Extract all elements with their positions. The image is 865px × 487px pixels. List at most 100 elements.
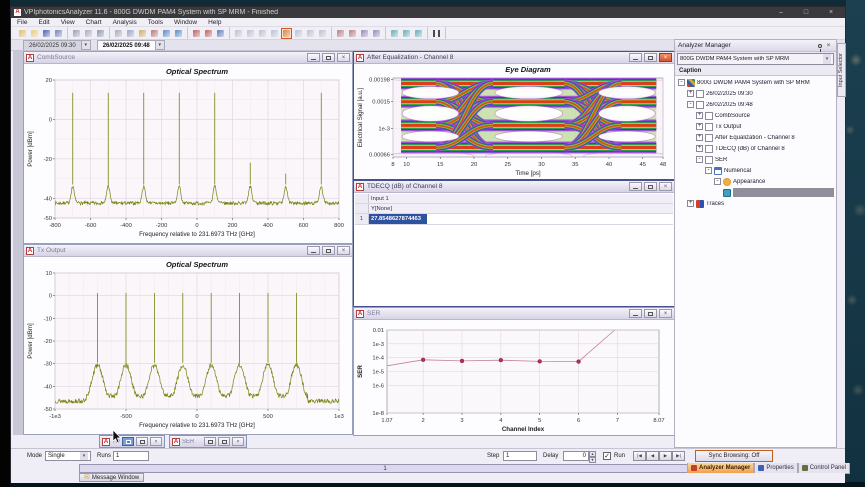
open-icon[interactable] [29,28,40,39]
step-input[interactable]: 1 [503,451,537,461]
tree-item-ser[interactable]: -SER [675,154,836,165]
mode-select[interactable]: Single ▾ [45,451,91,461]
analysis-select-dropdown[interactable]: 800G DWDM PAM4 System with SP MRM ▾ [677,53,834,65]
window-maximize-button[interactable]: □ [795,9,817,16]
panel-combsource-titlebar[interactable]: A CombSource × [24,52,352,64]
tree-item-26-02-2025-09-30[interactable]: +26/02/2025 09:30 [675,88,836,99]
tree-expander-icon[interactable]: + [696,134,703,141]
sync-browsing-button[interactable]: Sync Browsing: Off [695,450,773,462]
tree-expander-icon[interactable]: + [687,200,694,207]
sweep-tab-2[interactable]: 26/02/2025 09:48 [97,40,156,50]
close-button[interactable]: × [659,182,672,191]
sweep-tab-2-dropdown[interactable]: ▾ [156,40,165,50]
pause-icon[interactable] [431,28,442,39]
tree-item-26-02-2025-09-48[interactable]: -26/02/2025 09:48 [675,99,836,110]
menu-chart[interactable]: Chart [86,19,102,26]
panel-tdecq-titlebar[interactable]: A TDECQ (dB) of Channel 8 × [354,181,674,193]
delay-spinner[interactable]: ▲▼ [589,451,596,461]
last-run-button[interactable]: ▶| [672,451,685,461]
chart-type-2-icon[interactable] [347,28,358,39]
new-document-icon[interactable] [17,28,28,39]
first-run-button[interactable]: |◀ [633,451,646,461]
close-button[interactable]: × [659,309,672,318]
print-preview-icon[interactable] [83,28,94,39]
save-all-icon[interactable] [53,28,64,39]
maximize-button[interactable] [644,309,657,318]
tree-expander-icon[interactable]: - [705,167,712,174]
close-button[interactable]: × [150,437,162,446]
tree-expander-icon[interactable]: + [696,112,703,119]
prev-run-button[interactable]: ◀ [646,451,659,461]
layout-tabbed-icon[interactable] [281,28,292,39]
tree-expander-icon[interactable]: - [714,178,721,185]
minimized-window-ser[interactable]: ASER× [169,435,247,448]
maximize-button[interactable] [136,437,148,446]
tree-checkbox[interactable] [705,112,713,120]
chart-type-1-icon[interactable] [335,28,346,39]
print-icon[interactable] [71,28,82,39]
minimize-button[interactable] [307,246,320,255]
delay-input[interactable]: 0 [563,451,589,461]
restore-button[interactable] [204,437,216,446]
tree-checkbox[interactable] [705,156,713,164]
layout-custom-icon[interactable] [317,28,328,39]
tree-checkbox[interactable] [696,90,704,98]
maximize-button[interactable] [322,53,335,62]
zoom-fit-icon[interactable] [215,28,226,39]
tree-checkbox[interactable] [705,134,713,142]
undo-icon[interactable] [161,28,172,39]
close-icon[interactable]: × [824,41,833,50]
eye-diagram-chart[interactable]: 81015202530354045480.001980.00151e-30.00… [355,64,673,178]
tree-item-appearance[interactable]: -Appearance [675,176,836,187]
zoom-out-icon[interactable] [203,28,214,39]
tree-checkbox[interactable] [705,145,713,153]
close-button[interactable]: × [337,246,350,255]
close-button[interactable]: × [337,53,350,62]
window-minimize-button[interactable]: – [770,9,792,16]
layout-horizontal-icon[interactable] [245,28,256,39]
tree-item-traces[interactable]: +Traces [675,198,836,209]
tree-item-800g-dwdm-pam4-system-with-sp-mrm[interactable]: -800G DWDM PAM4 System with SP MRM [675,77,836,88]
minimized-window-tdecq[interactable]: ATD...× [99,435,165,448]
menu-edit[interactable]: Edit [38,19,49,26]
window-close-button[interactable]: × [820,9,842,16]
window-titlebar[interactable]: A VPIphotonicsAnalyzer 11.6 - 800G DWDM … [11,7,845,18]
maximize-button[interactable] [322,246,335,255]
message-window-button[interactable]: ✉ Message Window [79,473,144,482]
sweep-tab-1-dropdown[interactable]: ▾ [82,40,91,50]
tree-expander-icon[interactable]: + [696,145,703,152]
ser-chart[interactable]: 1.072345678.070.011e-31e-41e-51e-61e-8Ch… [355,320,673,434]
tree-item-numerical[interactable]: -Numerical [675,165,836,176]
maximize-button[interactable] [644,182,657,191]
tree-expander-icon[interactable]: - [687,101,694,108]
panel-ser-titlebar[interactable]: A SER × [354,308,674,320]
close-button[interactable]: × [232,437,244,446]
chart-type-4-icon[interactable] [371,28,382,39]
combsource-spectrum-chart[interactable]: -800-600-400-2000200400600800200-20-40-5… [25,64,351,242]
minimize-button[interactable] [629,182,642,191]
redo-icon[interactable] [173,28,184,39]
menu-help[interactable]: Help [208,19,221,26]
menu-window[interactable]: Window [174,19,197,26]
refresh-icon[interactable] [413,28,424,39]
chart-type-3-icon[interactable] [359,28,370,39]
copy-icon[interactable] [125,28,136,39]
panel-tx-output-titlebar[interactable]: A Tx Output × [24,245,352,257]
runs-input[interactable]: 1 [113,451,149,461]
tree-expander-icon[interactable]: - [678,79,685,86]
delete-icon[interactable] [149,28,160,39]
tx-output-spectrum-chart[interactable]: -1e3-50005001e3100-10-20-30-40-50Optical… [25,257,351,433]
maximize-button[interactable] [644,53,657,62]
menu-tools[interactable]: Tools [148,19,163,26]
close-button[interactable]: × [659,53,672,62]
select-traces-icon[interactable] [389,28,400,39]
input-selector-tab[interactable]: Input Selector [837,43,846,97]
paste-icon[interactable] [137,28,148,39]
run-checkbox[interactable]: ✓ [603,452,611,460]
maximize-button[interactable] [218,437,230,446]
tree-expander-icon[interactable]: + [696,123,703,130]
layout-grid-icon[interactable] [269,28,280,39]
menu-view[interactable]: View [61,19,75,26]
export-icon[interactable] [95,28,106,39]
pin-icon[interactable] [815,41,824,50]
